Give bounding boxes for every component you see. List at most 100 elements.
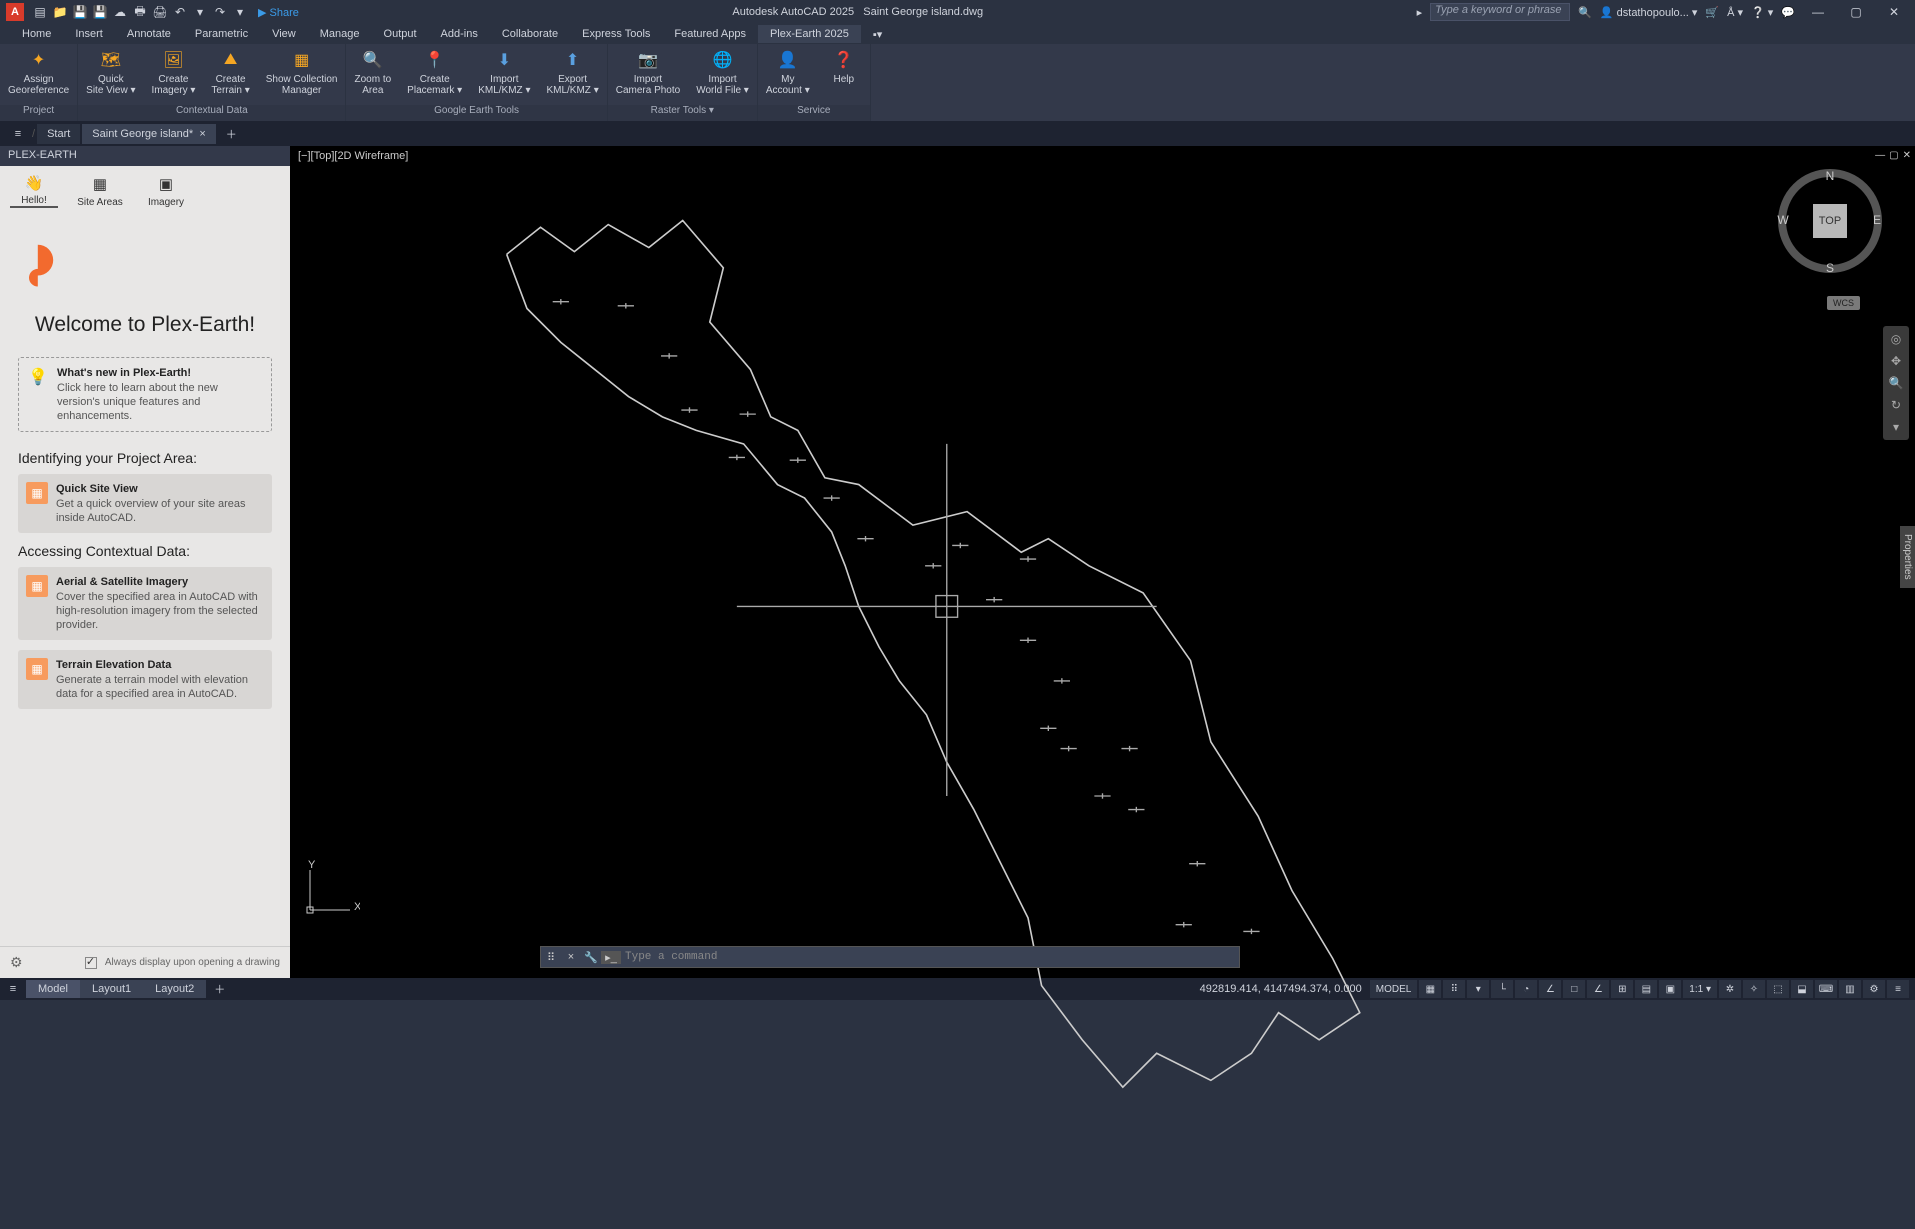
export-kml-button[interactable]: ⬆ExportKML/KMZ ▾	[538, 44, 606, 105]
import-world-file-button[interactable]: 🌐ImportWorld File ▾	[688, 44, 757, 105]
quick-site-view-card[interactable]: ▦ Quick Site ViewGet a quick overview of…	[18, 474, 272, 533]
close-button[interactable]: ✕	[1879, 2, 1909, 22]
qat-print-icon[interactable]: 🖨	[152, 4, 168, 20]
aerial-imagery-card[interactable]: ▦ Aerial & Satellite ImageryCover the sp…	[18, 567, 272, 640]
help-button[interactable]: ❓Help	[818, 44, 870, 105]
menu-manage[interactable]: Manage	[308, 25, 372, 43]
layout-menu-icon[interactable]: ≡	[0, 983, 26, 995]
navigation-bar[interactable]: ◎ ✥ 🔍 ↻ ▾	[1883, 326, 1909, 440]
minimize-button[interactable]: —	[1803, 2, 1833, 22]
quick-site-view-button[interactable]: 🗺QuickSite View ▾	[78, 44, 143, 105]
whats-new-card[interactable]: 💡 What's new in Plex-Earth!Click here to…	[18, 357, 272, 432]
satellite-icon: ▦	[26, 575, 48, 597]
drawing-canvas[interactable]: [−][Top][2D Wireframe] — ▢ ✕	[290, 146, 1915, 978]
always-display-checkbox[interactable]	[85, 957, 97, 969]
nav-show-icon[interactable]: ▾	[1893, 420, 1899, 434]
nav-pan-icon[interactable]: ✥	[1891, 354, 1901, 368]
tab-add-button[interactable]: ＋	[218, 122, 245, 146]
image-icon: ▣	[153, 172, 179, 195]
search-icon[interactable]: 🔍	[1578, 6, 1592, 19]
create-imagery-button[interactable]: 🖼CreateImagery ▾	[143, 44, 203, 105]
user-menu[interactable]: 👤 dstathopoulo... ▾	[1600, 6, 1698, 19]
share-button[interactable]: ▶ Share	[258, 6, 299, 19]
menu-featured-apps[interactable]: Featured Apps	[662, 25, 758, 43]
qat-save-icon[interactable]: 💾	[72, 4, 88, 20]
plex-earth-panel: PLEX-EARTH 👋Hello! ▦Site Areas ▣Imagery …	[0, 146, 290, 978]
import-camera-photo-button[interactable]: 📷ImportCamera Photo	[608, 44, 688, 105]
drawing-content	[290, 146, 1915, 1229]
help-icon[interactable]: ❔ ▾	[1751, 6, 1773, 19]
zoom-to-area-button[interactable]: 🔍Zoom toArea	[346, 44, 399, 105]
qat-open-icon[interactable]: 📁	[52, 4, 68, 20]
nav-zoom-icon[interactable]: 🔍	[1889, 376, 1904, 390]
title-bar: A ▤ 📁 💾 💾 ☁ 🖶 🖨 ↶ ▾ ↷ ▾ ▶ Share Autodesk…	[0, 0, 1915, 24]
layout-add-button[interactable]: ＋	[206, 978, 233, 1000]
show-collection-manager-button[interactable]: ▦Show CollectionManager	[258, 44, 346, 105]
properties-tab[interactable]: Properties	[1900, 526, 1915, 588]
menu-plex-earth-2025[interactable]: Plex-Earth 2025	[758, 25, 861, 43]
app-icon[interactable]: A	[6, 3, 24, 21]
import-camera-photo-icon: 📷	[634, 48, 662, 72]
ribbon-group-label: Google Earth Tools	[346, 105, 606, 121]
cmd-input[interactable]: Type a command	[621, 951, 717, 963]
qat-plot-icon[interactable]: 🖶	[132, 4, 148, 20]
qat-undo-icon[interactable]: ↶	[172, 4, 188, 20]
nav-orbit-icon[interactable]: ↻	[1891, 398, 1901, 412]
assign-georeference-button[interactable]: ✦AssignGeoreference	[0, 44, 77, 105]
import-kml-button[interactable]: ⬇ImportKML/KMZ ▾	[470, 44, 538, 105]
create-terrain-icon: ⛰	[217, 48, 245, 72]
tab-active-document[interactable]: Saint George island* ×	[82, 124, 215, 144]
cmd-close-icon[interactable]: ×	[561, 951, 581, 963]
panel-tab-hello[interactable]: 👋Hello!	[10, 172, 58, 208]
menu-extra[interactable]: ▪▾	[861, 25, 894, 44]
menu-view[interactable]: View	[260, 25, 308, 43]
help-icon: ❓	[830, 48, 858, 72]
doctabs-menu-icon[interactable]: ≡	[6, 128, 30, 140]
layout-tab-layout2[interactable]: Layout2	[143, 980, 206, 998]
cart-icon[interactable]: 🛒	[1705, 6, 1719, 19]
menu-collaborate[interactable]: Collaborate	[490, 25, 570, 43]
tab-close-icon[interactable]: ×	[199, 128, 205, 140]
map-icon: ▦	[26, 482, 48, 504]
search-input[interactable]: Type a keyword or phrase	[1430, 3, 1570, 21]
wcs-indicator[interactable]: WCS	[1827, 296, 1860, 310]
menu-add-ins[interactable]: Add-ins	[429, 25, 490, 43]
qat-saveas-icon[interactable]: 💾	[92, 4, 108, 20]
create-placemark-button[interactable]: 📍CreatePlacemark ▾	[399, 44, 470, 105]
menu-output[interactable]: Output	[372, 25, 429, 43]
quick-site-view-label: QuickSite View ▾	[86, 74, 135, 96]
ribbon-group-label: Service	[758, 105, 870, 121]
panel-title: PLEX-EARTH	[0, 146, 290, 166]
panel-tab-site-areas[interactable]: ▦Site Areas	[76, 172, 124, 208]
maximize-button[interactable]: ▢	[1841, 2, 1871, 22]
menu-annotate[interactable]: Annotate	[115, 25, 183, 43]
menu-home[interactable]: Home	[10, 25, 63, 43]
my-account-button[interactable]: 👤MyAccount ▾	[758, 44, 818, 105]
comment-icon[interactable]: 💬	[1781, 6, 1795, 19]
menu-parametric[interactable]: Parametric	[183, 25, 260, 43]
view-cube[interactable]: TOP N S W E	[1775, 166, 1885, 276]
cmd-tool-icon[interactable]: 🔧	[581, 951, 601, 964]
zoom-to-area-icon: 🔍	[359, 48, 387, 72]
apps-icon[interactable]: Å ▾	[1727, 6, 1743, 19]
terrain-elevation-card[interactable]: ▦ Terrain Elevation DataGenerate a terra…	[18, 650, 272, 709]
qat-new-icon[interactable]: ▤	[32, 4, 48, 20]
menu-insert[interactable]: Insert	[63, 25, 115, 43]
assign-georeference-label: AssignGeoreference	[8, 74, 69, 96]
gear-icon[interactable]: ⚙	[10, 954, 23, 971]
panel-tab-imagery[interactable]: ▣Imagery	[142, 172, 190, 208]
cmd-handle-icon[interactable]: ⠿	[541, 951, 561, 964]
qat-web-icon[interactable]: ☁	[112, 4, 128, 20]
qat-redo-drop-icon[interactable]: ▾	[232, 4, 248, 20]
menu-express-tools[interactable]: Express Tools	[570, 25, 662, 43]
layout-tab-model[interactable]: Model	[26, 980, 80, 998]
nav-wheel-icon[interactable]: ◎	[1891, 332, 1901, 346]
search-play-icon[interactable]: ▸	[1417, 6, 1423, 19]
bulb-icon: 💡	[27, 366, 49, 388]
command-line[interactable]: ⠿ × 🔧 ▸_ Type a command	[540, 946, 1240, 968]
qat-undo-drop-icon[interactable]: ▾	[192, 4, 208, 20]
create-terrain-button[interactable]: ⛰CreateTerrain ▾	[203, 44, 257, 105]
qat-redo-icon[interactable]: ↷	[212, 4, 228, 20]
tab-start[interactable]: Start	[37, 124, 80, 144]
layout-tab-layout1[interactable]: Layout1	[80, 980, 143, 998]
